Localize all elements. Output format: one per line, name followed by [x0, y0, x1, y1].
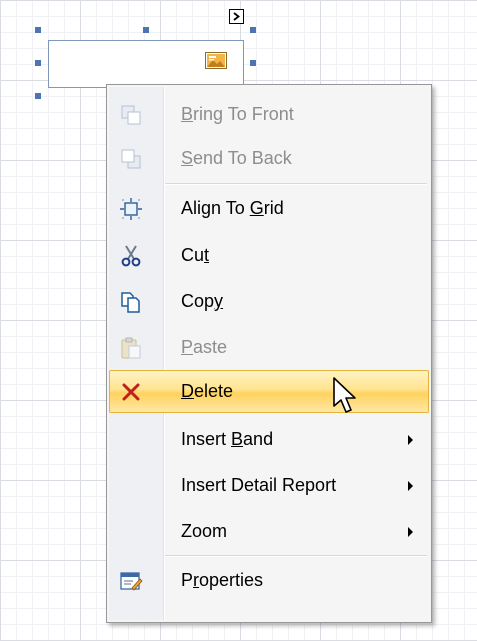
- properties-icon: [120, 572, 143, 591]
- chevron-right-icon: [233, 12, 240, 21]
- menu-item-zoom[interactable]: Zoom: [109, 510, 429, 553]
- copy-icon: [121, 292, 140, 313]
- submenu-arrow-icon: [408, 481, 413, 491]
- bring-to-front-icon: [121, 105, 141, 125]
- resize-handle-top-right[interactable]: [250, 27, 256, 33]
- context-menu: Bring To Front Send To Back Align To Gri…: [106, 84, 432, 623]
- resize-handle-top-center[interactable]: [143, 27, 149, 33]
- submenu-arrow-icon: [408, 527, 413, 537]
- smart-tag-button[interactable]: [229, 9, 244, 24]
- picture-icon: [205, 52, 227, 69]
- delete-x-icon: [122, 383, 140, 401]
- menu-item-insert-detail-report[interactable]: Insert Detail Report: [109, 464, 429, 507]
- menu-item-send-to-back[interactable]: Send To Back: [109, 137, 429, 180]
- paste-icon: [121, 337, 141, 359]
- resize-handle-bottom-left[interactable]: [35, 93, 41, 99]
- menu-item-cut[interactable]: Cut: [109, 234, 429, 277]
- resize-handle-middle-left[interactable]: [35, 60, 41, 66]
- menu-separator: [165, 555, 427, 556]
- menu-separator: [165, 183, 427, 184]
- mouse-pointer-icon: [333, 377, 356, 413]
- submenu-arrow-icon: [408, 435, 413, 445]
- menu-item-align-to-grid[interactable]: Align To Grid: [109, 187, 429, 230]
- resize-handle-middle-right[interactable]: [250, 60, 256, 66]
- menu-item-paste[interactable]: Paste: [109, 326, 429, 369]
- align-to-grid-icon: [120, 198, 142, 220]
- menu-item-insert-band[interactable]: Insert Band: [109, 418, 429, 461]
- menu-item-copy[interactable]: Copy: [109, 280, 429, 323]
- resize-handle-top-left[interactable]: [35, 27, 41, 33]
- send-to-back-icon: [121, 149, 141, 169]
- menu-item-delete[interactable]: Delete: [109, 370, 429, 413]
- menu-item-properties[interactable]: Properties: [109, 559, 429, 602]
- menu-item-bring-to-front[interactable]: Bring To Front: [109, 93, 429, 136]
- scissors-icon: [121, 245, 141, 267]
